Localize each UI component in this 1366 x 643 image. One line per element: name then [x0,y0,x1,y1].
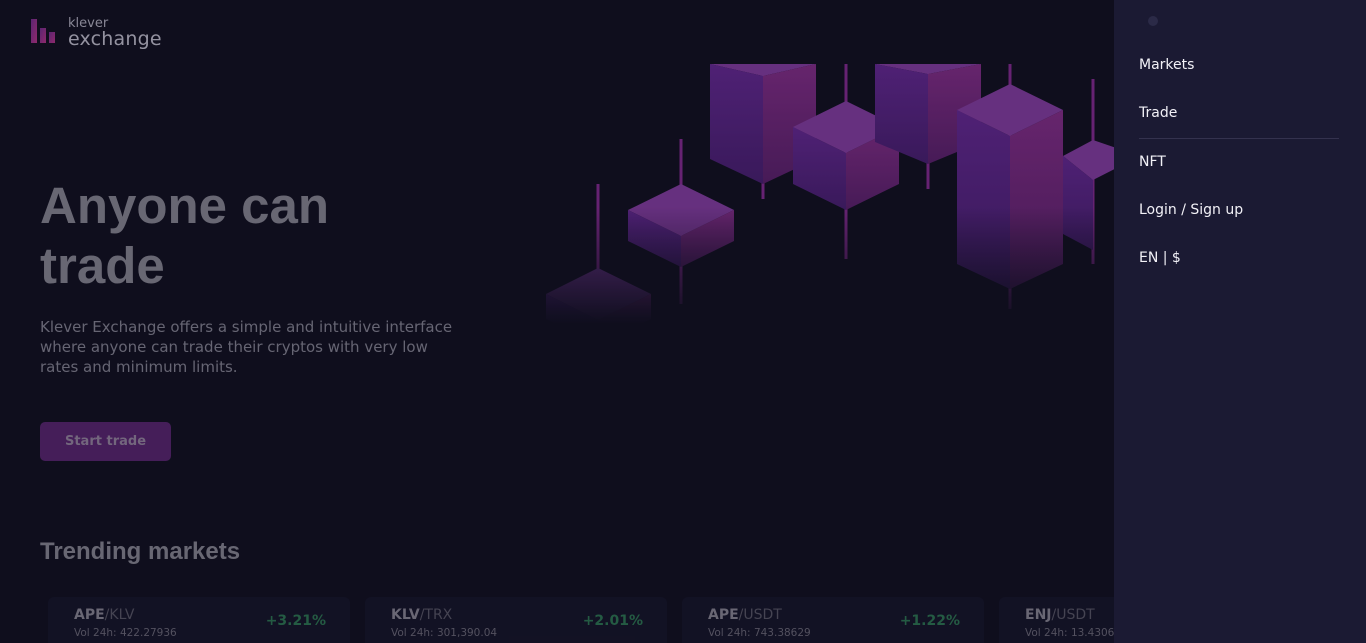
drawer-backdrop[interactable] [0,0,1114,643]
menu-item-markets[interactable]: Markets [1139,57,1194,73]
menu-item-login-signup[interactable]: Login / Sign up [1139,202,1243,218]
close-icon[interactable] [1148,16,1158,26]
side-menu-drawer: Markets Trade NFT Login / Sign up EN | $ [1114,0,1366,643]
menu-item-trade[interactable]: Trade [1139,105,1177,121]
menu-divider [1139,138,1339,139]
menu-item-nft[interactable]: NFT [1139,154,1166,170]
menu-item-language-currency[interactable]: EN | $ [1139,250,1181,266]
